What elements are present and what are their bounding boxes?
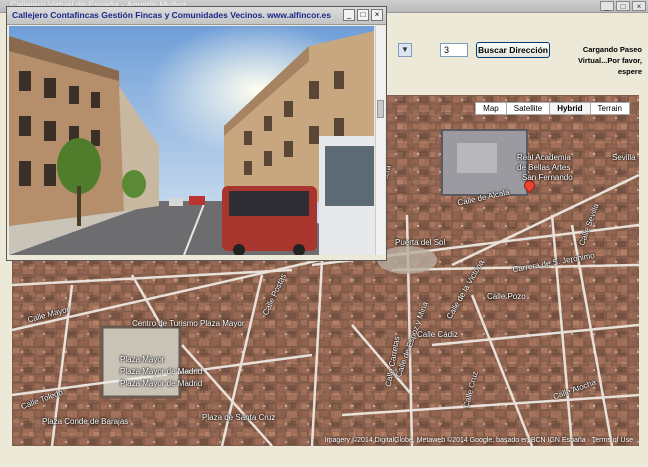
map-type-bar: Map Satellite Hybrid Terrain bbox=[475, 102, 630, 115]
street-view-controls: _ □ × bbox=[343, 9, 383, 21]
label-bellas-artes: de Bellas Artes bbox=[517, 163, 571, 172]
sv-maximize-button[interactable]: □ bbox=[357, 9, 369, 21]
label-santa-cruz: Plaza de Santa Cruz bbox=[202, 413, 276, 422]
map-copyright: Imagery ©2014 DigitalGlobe, Metaweb ©201… bbox=[324, 437, 633, 444]
label-centro-turismo: Centro de Turismo Plaza Mayor bbox=[132, 319, 245, 328]
map-type-terrain[interactable]: Terrain bbox=[589, 102, 630, 115]
street-view-image[interactable] bbox=[9, 26, 374, 255]
loading-line-2: Virtual...Por favor, bbox=[577, 56, 642, 65]
label-plaza-conde: Plaza Conde de Barajas bbox=[42, 417, 129, 426]
label-plaza-mayor-madrid: Plaza Mayor de Madrid bbox=[120, 367, 203, 376]
main-maximize-button[interactable]: □ bbox=[616, 1, 630, 11]
label-real-academia: Real Academia bbox=[517, 153, 571, 162]
loading-line-1: Cargando Paseo bbox=[582, 45, 642, 54]
sv-close-button[interactable]: × bbox=[371, 9, 383, 21]
label-san-fernando: San Fernando bbox=[522, 173, 573, 182]
scrollbar-thumb[interactable] bbox=[377, 100, 384, 118]
label-puerta-del-sol: Puerta del Sol bbox=[395, 238, 446, 247]
label-sevilla-metro: Sevilla bbox=[612, 153, 636, 162]
map-type-map[interactable]: Map bbox=[475, 102, 507, 115]
street-view-scrollbar[interactable] bbox=[375, 26, 385, 255]
search-address-button[interactable]: Buscar Dirección bbox=[476, 42, 550, 58]
label-calle-cadiz: Calle Cádiz bbox=[417, 330, 458, 339]
street-view-title: Callejero Contafincas Gestión Fincas y C… bbox=[12, 10, 331, 20]
main-window-controls: _ □ × bbox=[600, 1, 646, 11]
sv-minimize-button[interactable]: _ bbox=[343, 9, 355, 21]
label-plaza-mayor: Plaza Mayor bbox=[120, 355, 165, 364]
main-minimize-button[interactable]: _ bbox=[600, 1, 614, 11]
street-view-window: Callejero Contafincas Gestión Fincas y C… bbox=[6, 6, 387, 261]
city-dropdown-arrow[interactable]: ▼ bbox=[398, 43, 412, 57]
main-close-button[interactable]: × bbox=[632, 1, 646, 11]
street-view-scene bbox=[9, 26, 374, 255]
label-calle-pozo: Calle Pozo bbox=[487, 292, 526, 301]
map-type-satellite[interactable]: Satellite bbox=[505, 102, 551, 115]
street-view-titlebar[interactable]: Callejero Contafincas Gestión Fincas y C… bbox=[7, 7, 386, 25]
loading-line-3: espere bbox=[617, 67, 642, 76]
zoom-number-input[interactable]: 3 bbox=[440, 43, 468, 57]
loading-status: Cargando Paseo Virtual...Por favor, espe… bbox=[566, 44, 642, 77]
map-type-hybrid[interactable]: Hybrid bbox=[549, 102, 591, 115]
label-plaza-mayor-madrid-2: Plaza Mayor de Madrid bbox=[120, 379, 203, 388]
